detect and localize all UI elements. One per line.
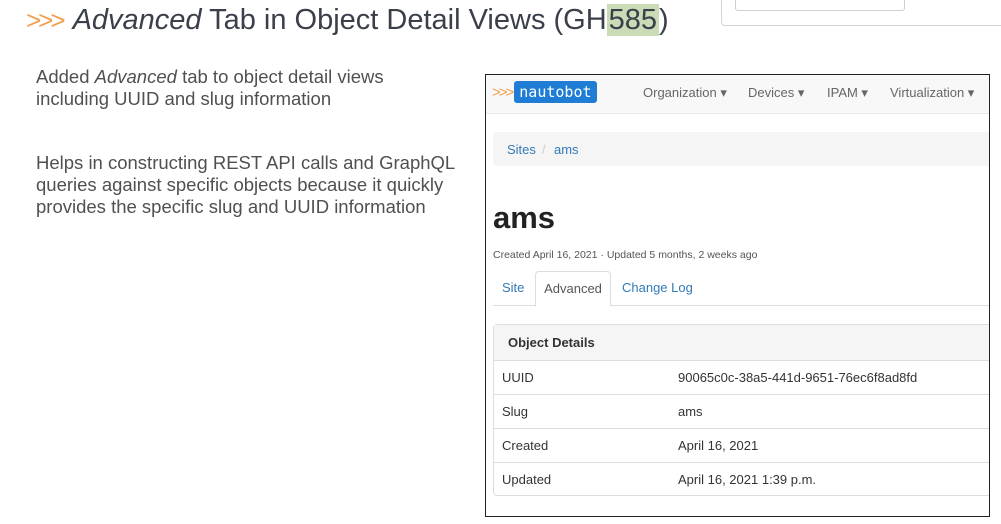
row-value: April 16, 2021 1:39 p.m. bbox=[678, 472, 817, 487]
table-row: Created April 16, 2021 bbox=[494, 429, 989, 463]
row-key: UUID bbox=[502, 370, 534, 385]
nav-devices[interactable]: Devices ▾ bbox=[748, 85, 804, 101]
title-close: ) bbox=[659, 4, 669, 36]
navbar: >>> nautobot Organization ▾ Devices ▾ IP… bbox=[486, 75, 989, 114]
bullet-1: Added Advanced tab to object detail view… bbox=[36, 66, 456, 110]
brand-chevrons-icon: >>> bbox=[492, 83, 514, 101]
slide-bullets: Added Advanced tab to object detail view… bbox=[36, 66, 456, 260]
table-row: Updated April 16, 2021 1:39 p.m. bbox=[494, 463, 989, 496]
slide-title: >>> Advanced Tab in Object Detail Views (… bbox=[26, 4, 669, 37]
bullet-1-pre: Added bbox=[36, 66, 95, 87]
created-updated-meta: Created April 16, 2021 · Updated 5 month… bbox=[493, 249, 758, 261]
title-italic: Advanced bbox=[72, 4, 202, 36]
table-row: UUID 90065c0c-38a5-441d-9651-76ec6f8ad8fd bbox=[494, 361, 989, 395]
bullet-1-italic: Advanced bbox=[94, 66, 177, 87]
chevrons-icon: >>> bbox=[26, 5, 66, 35]
panel-title: Object Details bbox=[494, 325, 989, 361]
brand-name: nautobot bbox=[514, 81, 597, 103]
gh-number: 585 bbox=[606, 4, 660, 36]
row-value: ams bbox=[678, 404, 703, 419]
nav-organization[interactable]: Organization ▾ bbox=[643, 85, 727, 101]
tab-advanced[interactable]: Advanced bbox=[535, 271, 611, 307]
title-rest: Tab in Object Detail Views (GH bbox=[201, 4, 607, 36]
nav-virtualization[interactable]: Virtualization ▾ bbox=[890, 85, 974, 101]
nav-ipam[interactable]: IPAM ▾ bbox=[827, 85, 868, 101]
page-title: ams bbox=[493, 200, 556, 235]
bullet-2: Helps in constructing REST API calls and… bbox=[36, 152, 455, 217]
breadcrumb-sites[interactable]: Sites bbox=[507, 142, 536, 157]
table-row: Slug ams bbox=[494, 395, 989, 429]
row-value: 90065c0c-38a5-441d-9651-76ec6f8ad8fd bbox=[678, 370, 918, 385]
corner-inner-box bbox=[735, 0, 905, 11]
brand-logo[interactable]: >>> nautobot bbox=[492, 81, 597, 103]
breadcrumb-separator: / bbox=[542, 142, 546, 157]
row-key: Created bbox=[502, 438, 549, 453]
tab-site[interactable]: Site bbox=[502, 271, 524, 304]
breadcrumb-ams[interactable]: ams bbox=[554, 142, 579, 157]
row-key: Slug bbox=[502, 404, 529, 419]
row-value: April 16, 2021 bbox=[678, 438, 759, 453]
tab-bar: Site Advanced Change Log bbox=[493, 271, 989, 307]
row-key: Updated bbox=[502, 472, 552, 487]
tab-change-log[interactable]: Change Log bbox=[622, 271, 693, 304]
nautobot-screenshot: >>> nautobot Organization ▾ Devices ▾ IP… bbox=[485, 74, 990, 517]
object-details-panel: Object Details UUID 90065c0c-38a5-441d-96… bbox=[493, 324, 989, 496]
breadcrumb: Sites / ams bbox=[493, 132, 989, 166]
